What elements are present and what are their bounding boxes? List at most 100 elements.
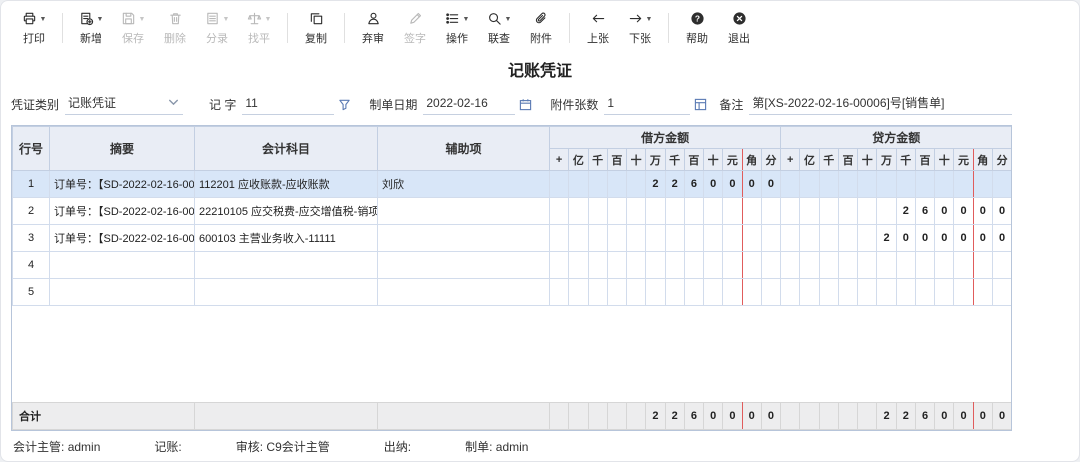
credit-digit-cell[interactable] <box>935 171 954 198</box>
exit-button[interactable]: 退出 <box>723 10 755 46</box>
debit-digit-cell[interactable] <box>665 198 684 225</box>
entry-button[interactable]: ▼分录 <box>201 10 233 46</box>
dropdown-caret-icon[interactable]: ▼ <box>97 16 104 23</box>
debit-digit-cell[interactable] <box>665 279 684 306</box>
credit-digit-cell[interactable] <box>781 171 800 198</box>
debit-digit-cell[interactable] <box>761 252 780 279</box>
debit-digit-cell[interactable] <box>588 279 607 306</box>
account-cell[interactable]: 600103 主营业务收入-11111 <box>195 225 378 252</box>
debit-digit-cell[interactable] <box>607 252 626 279</box>
debit-digit-cell[interactable] <box>723 225 742 252</box>
prev-voucher-button[interactable]: 上张 <box>582 10 614 46</box>
dropdown-caret-icon[interactable]: ▼ <box>223 16 230 23</box>
debit-digit-cell[interactable] <box>742 252 761 279</box>
account-cell[interactable]: 112201 应收账款-应收账款 <box>195 171 378 198</box>
debit-digit-cell[interactable] <box>588 171 607 198</box>
credit-digit-cell[interactable] <box>781 279 800 306</box>
summary-cell[interactable]: 订单号：【SD-2022-02-16-00003... <box>50 198 195 225</box>
credit-digit-cell[interactable] <box>954 279 973 306</box>
credit-digit-cell[interactable] <box>819 198 838 225</box>
summary-cell[interactable] <box>50 252 195 279</box>
debit-digit-cell[interactable] <box>761 198 780 225</box>
debit-digit-cell[interactable] <box>569 225 588 252</box>
debit-digit-cell[interactable] <box>742 279 761 306</box>
credit-digit-cell[interactable]: 6 <box>915 198 934 225</box>
dropdown-caret-icon[interactable]: ▼ <box>505 16 512 23</box>
debit-digit-cell[interactable] <box>627 252 646 279</box>
credit-digit-cell[interactable] <box>858 225 877 252</box>
credit-digit-cell[interactable]: 0 <box>992 225 1011 252</box>
voucher-row[interactable]: 5 <box>13 279 1012 306</box>
debit-digit-cell[interactable] <box>627 225 646 252</box>
debit-digit-cell[interactable] <box>607 225 626 252</box>
credit-digit-cell[interactable] <box>992 279 1011 306</box>
debit-digit-cell[interactable] <box>684 198 703 225</box>
credit-digit-cell[interactable] <box>838 225 857 252</box>
debit-digit-cell[interactable] <box>569 171 588 198</box>
credit-digit-cell[interactable]: 2 <box>896 198 915 225</box>
credit-digit-cell[interactable] <box>800 198 819 225</box>
credit-digit-cell[interactable] <box>858 198 877 225</box>
debit-digit-cell[interactable] <box>627 171 646 198</box>
credit-digit-cell[interactable]: 2 <box>877 225 896 252</box>
credit-digit-cell[interactable] <box>973 171 992 198</box>
voucher-row[interactable]: 3订单号：【SD-2022-02-16-00003...600103 主营业务收… <box>13 225 1012 252</box>
debit-digit-cell[interactable] <box>646 225 665 252</box>
debit-digit-cell[interactable] <box>646 279 665 306</box>
summary-cell[interactable]: 订单号：【SD-2022-02-16-00003... <box>50 171 195 198</box>
credit-digit-cell[interactable] <box>935 279 954 306</box>
voucher-type-select[interactable]: 记账凭证 <box>65 93 183 115</box>
credit-digit-cell[interactable]: 0 <box>973 225 992 252</box>
credit-digit-cell[interactable] <box>973 279 992 306</box>
account-cell[interactable] <box>195 252 378 279</box>
filter-funnel-icon[interactable] <box>338 98 351 111</box>
sign-button[interactable]: 签字 <box>399 10 431 46</box>
debit-digit-cell[interactable] <box>723 279 742 306</box>
balance-button[interactable]: ▼找平 <box>243 10 275 46</box>
remark-input[interactable]: 第[XS-2022-02-16-00006]号[销售单] <box>749 93 1012 115</box>
debit-digit-cell[interactable] <box>550 252 569 279</box>
credit-digit-cell[interactable]: 0 <box>896 225 915 252</box>
credit-digit-cell[interactable]: 0 <box>935 225 954 252</box>
credit-digit-cell[interactable]: 0 <box>954 225 973 252</box>
credit-digit-cell[interactable] <box>800 279 819 306</box>
credit-digit-cell[interactable] <box>858 171 877 198</box>
debit-digit-cell[interactable]: 0 <box>742 171 761 198</box>
credit-digit-cell[interactable] <box>954 171 973 198</box>
debit-digit-cell[interactable]: 0 <box>723 171 742 198</box>
date-input[interactable]: 2022-02-16 <box>423 93 515 115</box>
aux-cell[interactable] <box>378 252 550 279</box>
debit-digit-cell[interactable] <box>723 198 742 225</box>
credit-digit-cell[interactable] <box>819 279 838 306</box>
debit-digit-cell[interactable] <box>684 225 703 252</box>
save-button[interactable]: ▼保存 <box>117 10 149 46</box>
credit-digit-cell[interactable] <box>800 171 819 198</box>
credit-digit-cell[interactable] <box>877 171 896 198</box>
dropdown-caret-icon[interactable]: ▼ <box>463 16 470 23</box>
credit-digit-cell[interactable] <box>915 171 934 198</box>
operate-button[interactable]: ▼操作 <box>441 10 473 46</box>
voucher-row[interactable]: 4 <box>13 252 1012 279</box>
debit-digit-cell[interactable] <box>588 198 607 225</box>
debit-digit-cell[interactable] <box>742 225 761 252</box>
credit-digit-cell[interactable] <box>896 171 915 198</box>
debit-digit-cell[interactable] <box>704 279 723 306</box>
credit-digit-cell[interactable]: 0 <box>973 198 992 225</box>
credit-digit-cell[interactable] <box>915 279 934 306</box>
debit-digit-cell[interactable]: 0 <box>704 171 723 198</box>
credit-digit-cell[interactable] <box>781 198 800 225</box>
delete-button[interactable]: 删除 <box>159 10 191 46</box>
credit-digit-cell[interactable] <box>800 225 819 252</box>
attachment-button[interactable]: 附件 <box>525 10 557 46</box>
credit-digit-cell[interactable] <box>973 252 992 279</box>
credit-digit-cell[interactable] <box>781 252 800 279</box>
debit-digit-cell[interactable] <box>761 225 780 252</box>
credit-digit-cell[interactable] <box>819 252 838 279</box>
next-voucher-button[interactable]: ▼下张 <box>624 10 656 46</box>
debit-digit-cell[interactable] <box>684 252 703 279</box>
debit-digit-cell[interactable] <box>704 225 723 252</box>
debit-digit-cell[interactable] <box>550 171 569 198</box>
credit-digit-cell[interactable] <box>877 252 896 279</box>
debit-digit-cell[interactable] <box>569 252 588 279</box>
debit-digit-cell[interactable] <box>742 198 761 225</box>
